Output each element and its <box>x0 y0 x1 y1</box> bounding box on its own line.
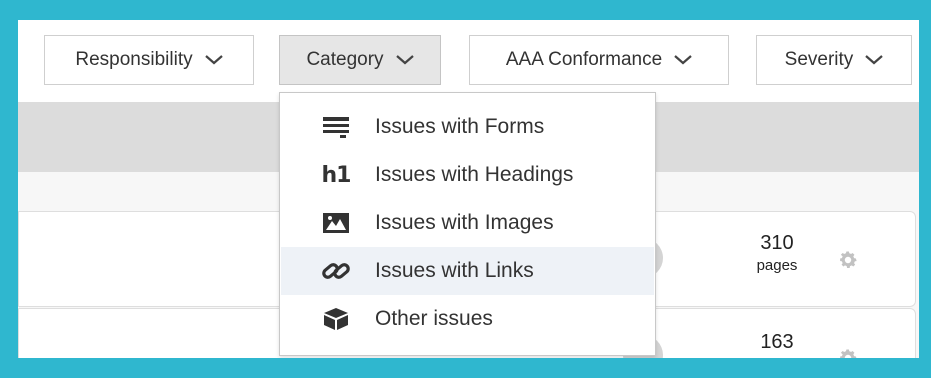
h1-heading-icon: h1 <box>317 160 355 190</box>
category-filter-button[interactable]: Category <box>279 35 441 85</box>
gear-icon[interactable] <box>837 347 859 358</box>
responsibility-filter-label: Responsibility <box>75 49 193 70</box>
page-count-unit: pages <box>756 257 798 274</box>
page-count-number: 310 <box>760 232 794 254</box>
category-dropdown-menu: Issues with Forms h1 Issues with Heading… <box>279 92 656 356</box>
box-icon <box>317 304 355 334</box>
menu-item-links[interactable]: Issues with Links <box>281 247 654 295</box>
chevron-down-icon <box>204 55 223 65</box>
menu-item-forms[interactable]: Issues with Forms <box>281 103 654 151</box>
gear-icon[interactable] <box>837 249 859 271</box>
menu-item-label: Issues with Forms <box>375 115 545 138</box>
menu-item-label: Issues with Images <box>375 211 554 234</box>
page-count: 310 pages <box>742 232 812 274</box>
category-filter-label: Category <box>306 49 384 70</box>
severity-filter-button[interactable]: Severity <box>756 35 912 85</box>
page-count: 163 <box>742 331 812 354</box>
conformance-filter-button[interactable]: AAA Conformance <box>469 35 729 85</box>
form-icon <box>317 112 355 142</box>
menu-item-headings[interactable]: h1 Issues with Headings <box>281 151 654 199</box>
image-icon <box>317 208 355 238</box>
chevron-down-icon <box>395 55 414 65</box>
page-count-number: 163 <box>760 331 794 353</box>
filter-bar: Responsibility Category AAA Conformance … <box>18 20 919 102</box>
menu-item-label: Issues with Headings <box>375 163 574 186</box>
conformance-filter-label: AAA Conformance <box>505 49 663 70</box>
chevron-down-icon <box>865 55 884 65</box>
severity-filter-label: Severity <box>784 49 854 70</box>
menu-item-label: Issues with Links <box>375 259 534 282</box>
h1-glyph: h1 <box>321 162 352 188</box>
responsibility-filter-button[interactable]: Responsibility <box>44 35 254 85</box>
menu-item-label: Other issues <box>375 307 493 330</box>
link-icon <box>317 256 355 286</box>
menu-item-images[interactable]: Issues with Images <box>281 199 654 247</box>
menu-item-other[interactable]: Other issues <box>281 295 654 343</box>
chevron-down-icon <box>674 55 692 65</box>
app-frame: Responsibility Category AAA Conformance … <box>18 20 919 358</box>
